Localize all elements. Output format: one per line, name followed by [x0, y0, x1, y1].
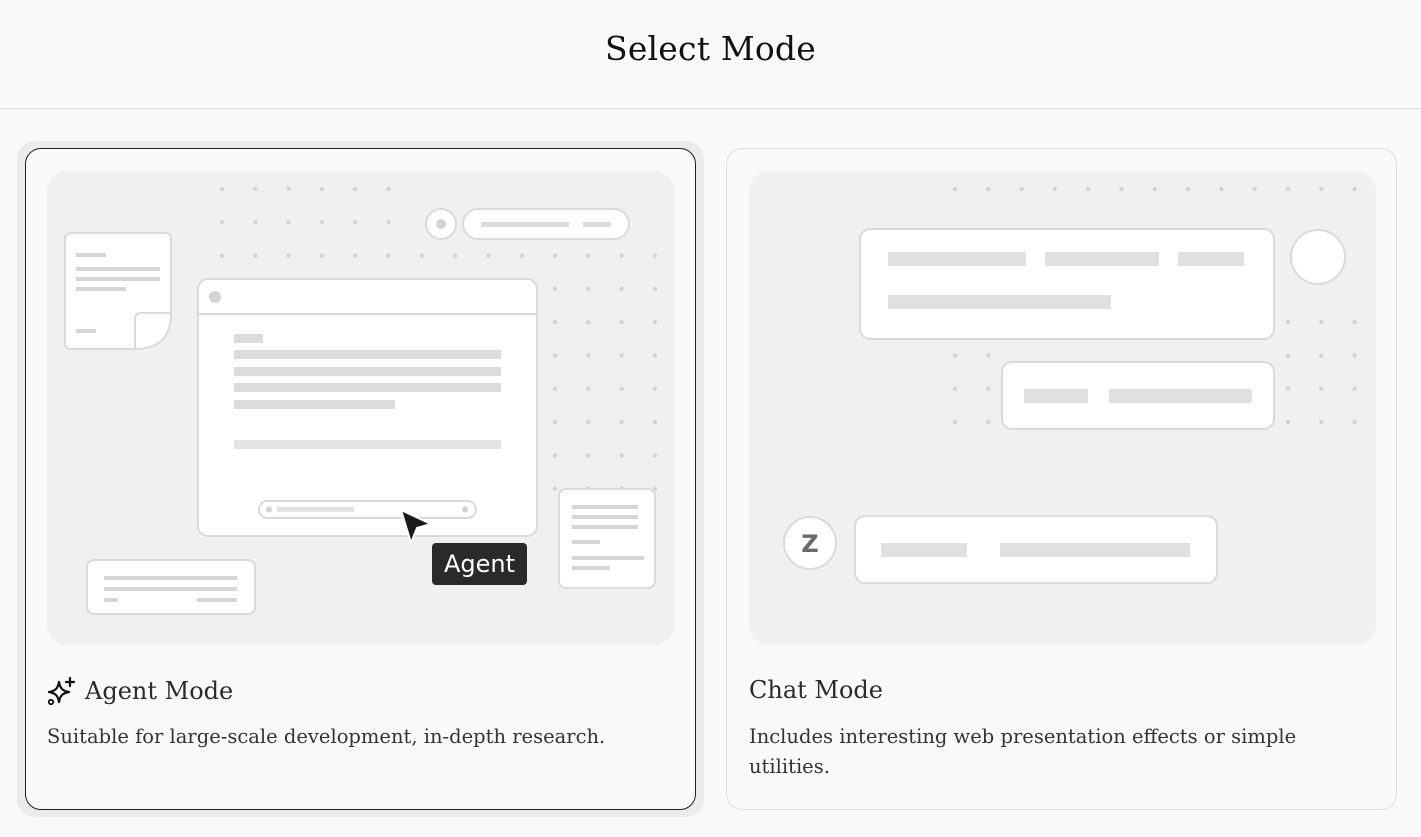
chat-mode-description: Includes interesting web presentation ef… [749, 725, 1297, 778]
chat-mode-card[interactable]: Z Chat Mode Includes interesting web pre… [726, 148, 1397, 810]
agent-mode-description: Suitable for large-scale development, in… [47, 725, 606, 748]
agent-mode-name: Agent Mode [85, 677, 234, 705]
sparkle-icon [47, 676, 76, 706]
chat-avatar-letter: Z [801, 530, 818, 558]
agent-mode-card[interactable]: Agent Agent Mode Suitable for large-scal… [25, 148, 696, 810]
chat-mode-illustration: Z [749, 171, 1376, 645]
chat-mode-title: Chat Mode [749, 676, 883, 704]
agent-cursor-label: Agent [444, 550, 515, 578]
page-header: Select Mode [0, 0, 1421, 109]
agent-mode-title: Agent Mode [47, 676, 233, 706]
agent-mode-illustration: Agent [47, 171, 674, 645]
chat-mode-name: Chat Mode [749, 676, 883, 704]
page-title: Select Mode [605, 28, 816, 68]
